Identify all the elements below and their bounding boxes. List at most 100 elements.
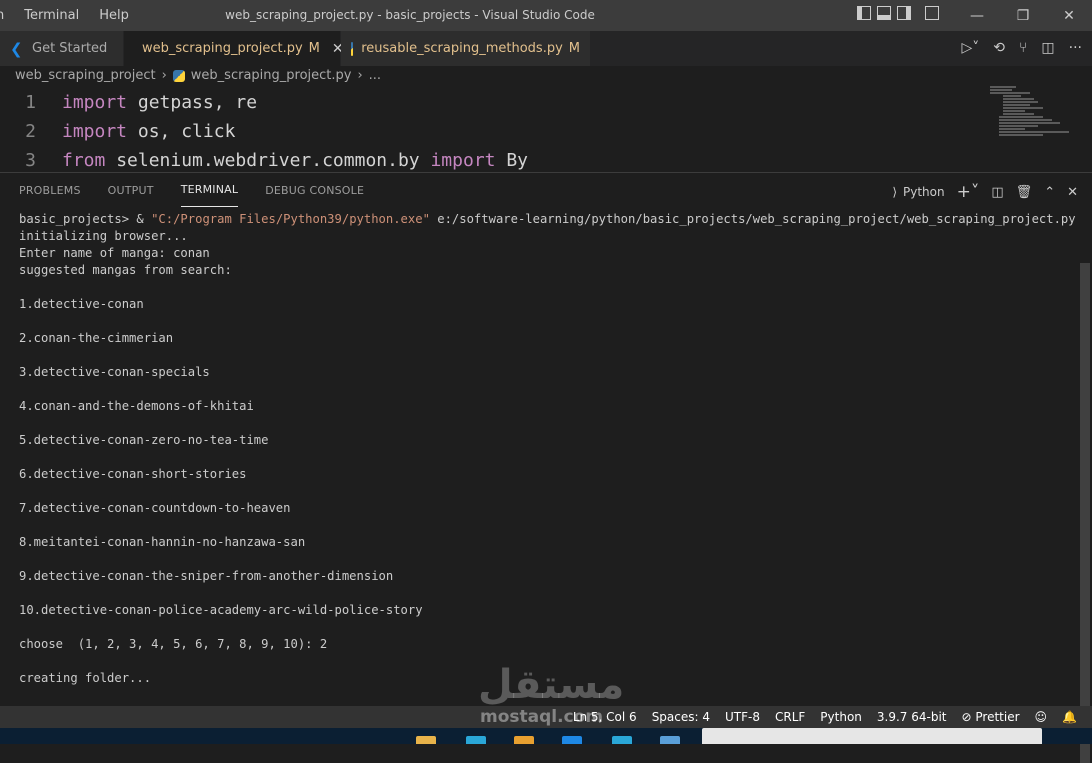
kill-terminal-icon[interactable]: 🗑: [1016, 185, 1033, 200]
source-control-icon[interactable]: ⑂: [1019, 40, 1027, 56]
tab-debug-console[interactable]: DEBUG CONSOLE: [265, 173, 364, 207]
code-text: selenium.webdriver.common.by: [105, 150, 431, 171]
status-cursor-position[interactable]: Ln 5, Col 6: [573, 710, 637, 724]
terminal-scrollbar[interactable]: [1080, 263, 1090, 763]
tab-label: Get Started: [32, 41, 108, 56]
toggle-sidebar-icon[interactable]: [857, 6, 871, 20]
code-text: getpass, re: [127, 92, 258, 113]
tab-get-started[interactable]: ❮ Get Started: [0, 31, 124, 66]
code-text: By: [495, 150, 529, 171]
notifications-bell-icon[interactable]: 🔔: [1062, 710, 1077, 724]
split-terminal-icon[interactable]: ◫: [991, 185, 1003, 200]
editor-tabs: ❮ Get Started web_scraping_project.py M …: [0, 31, 1092, 66]
panel-actions: ⟩ Python +˅ ◫ 🗑 ⌃ ✕: [892, 182, 1078, 202]
maximize-panel-icon[interactable]: ⌃: [1044, 185, 1055, 200]
taskbar-preview: [702, 728, 1042, 744]
watermark-logo: مستقل: [478, 662, 625, 708]
breadcrumb-file[interactable]: web_scraping_project.py: [191, 68, 352, 83]
python-file-icon: [351, 41, 354, 56]
restore-icon[interactable]: ❐: [1000, 8, 1046, 24]
edge-icon[interactable]: [466, 736, 486, 744]
line-number: 2: [25, 121, 36, 142]
layout-controls: [857, 6, 939, 20]
taskbar-app-icon[interactable]: [660, 736, 680, 744]
line-number: 3: [25, 150, 36, 171]
new-terminal-icon[interactable]: +˅: [957, 182, 980, 202]
split-editor-icon[interactable]: ◫: [1041, 40, 1054, 56]
breadcrumb-more[interactable]: ...: [369, 68, 381, 83]
terminal-script-path: e:/software-learning/python/basic_projec…: [429, 212, 1076, 226]
terminal-exe-path: "C:/Program Files/Python39/python.exe": [151, 212, 430, 226]
close-window-icon[interactable]: ✕: [1046, 8, 1092, 24]
status-encoding[interactable]: UTF-8: [725, 710, 760, 724]
keyword: from: [62, 150, 106, 171]
line-number: 1: [25, 92, 36, 113]
terminal-line: 8.meitantei-conan-hannin-no-hanzawa-san: [19, 535, 306, 549]
bottom-panel: PROBLEMS OUTPUT TERMINAL DEBUG CONSOLE ⟩…: [0, 172, 1092, 763]
editor-actions: ▷˅ ⟲ ⑂ ◫ ···: [961, 40, 1082, 56]
shell-name: Python: [903, 185, 945, 199]
toggle-secondary-sidebar-icon[interactable]: [897, 6, 911, 20]
status-bar: mostaql.com Ln 5, Col 6 Spaces: 4 UTF-8 …: [0, 706, 1092, 728]
code-line: 2 import os, click: [0, 117, 1092, 146]
run-icon[interactable]: ▷˅: [961, 40, 979, 56]
tab-terminal[interactable]: TERMINAL: [180, 173, 239, 207]
keyword: import: [62, 121, 128, 142]
minimap[interactable]: [990, 86, 1078, 170]
keyword: import: [62, 92, 128, 113]
terminal-line: 4.conan-and-the-demons-of-khitai: [19, 399, 254, 413]
tab-reusable-scraping-methods[interactable]: reusable_scraping_methods.py M: [341, 31, 591, 66]
terminal-line: 6.detective-conan-short-stories: [19, 467, 247, 481]
status-interpreter[interactable]: 3.9.7 64-bit: [877, 710, 947, 724]
code-editor[interactable]: 1 import getpass, re 2 import os, click …: [0, 88, 1092, 172]
code-text: os, click: [127, 121, 236, 142]
status-prettier[interactable]: ⊘ Prettier: [962, 710, 1020, 724]
terminal-icon: ⟩: [892, 185, 898, 199]
terminal-line: 5.detective-conan-zero-no-tea-time: [19, 433, 269, 447]
toggle-panel-icon[interactable]: [877, 6, 891, 20]
terminal-output[interactable]: basic_projects> & "C:/Program Files/Pyth…: [19, 211, 1076, 687]
breadcrumb: web_scraping_project › web_scraping_proj…: [15, 68, 381, 83]
keyword: import: [430, 150, 496, 171]
terminal-lines: initializing browser... Enter name of man…: [19, 228, 1076, 687]
taskbar-app-icon[interactable]: [514, 736, 534, 744]
code-line: 1 import getpass, re: [0, 88, 1092, 117]
feedback-icon[interactable]: ☺: [1035, 710, 1048, 724]
tab-label: reusable_scraping_methods.py: [361, 41, 563, 56]
tab-label: web_scraping_project.py: [142, 41, 303, 56]
terminal-line: Enter name of manga: conan: [19, 246, 210, 260]
window-title: web_scraping_project.py - basic_projects…: [225, 8, 595, 22]
modified-badge: M: [568, 41, 580, 56]
tab-output[interactable]: OUTPUT: [108, 173, 154, 207]
status-eol[interactable]: CRLF: [775, 710, 805, 724]
os-taskbar: [0, 728, 1092, 744]
tab-web-scraping-project[interactable]: web_scraping_project.py M ✕: [124, 31, 344, 66]
customize-layout-icon[interactable]: [925, 6, 939, 20]
title-bar: n Terminal Help web_scraping_project.py …: [0, 0, 1092, 31]
vscode-taskbar-icon[interactable]: [562, 736, 582, 744]
timeline-icon[interactable]: ⟲: [993, 40, 1005, 56]
status-language[interactable]: Python: [820, 710, 862, 724]
taskbar-app-icon[interactable]: [612, 736, 632, 744]
more-actions-icon[interactable]: ···: [1069, 40, 1082, 56]
status-indentation[interactable]: Spaces: 4: [652, 710, 710, 724]
breadcrumb-folder[interactable]: web_scraping_project: [15, 68, 156, 83]
terminal-shell-selector[interactable]: ⟩ Python: [892, 185, 944, 199]
terminal-line: 1.detective-conan: [19, 297, 144, 311]
file-explorer-icon[interactable]: [416, 736, 436, 744]
chevron-right-icon: ›: [357, 68, 363, 83]
window-controls: — ❐ ✕: [954, 0, 1092, 31]
terminal-line: 7.detective-conan-countdown-to-heaven: [19, 501, 291, 515]
close-panel-icon[interactable]: ✕: [1067, 185, 1078, 200]
modified-badge: M: [308, 41, 320, 56]
tab-problems[interactable]: PROBLEMS: [19, 173, 81, 207]
minimize-icon[interactable]: —: [954, 8, 1000, 24]
terminal-line: 10.detective-conan-police-academy-arc-wi…: [19, 603, 423, 617]
